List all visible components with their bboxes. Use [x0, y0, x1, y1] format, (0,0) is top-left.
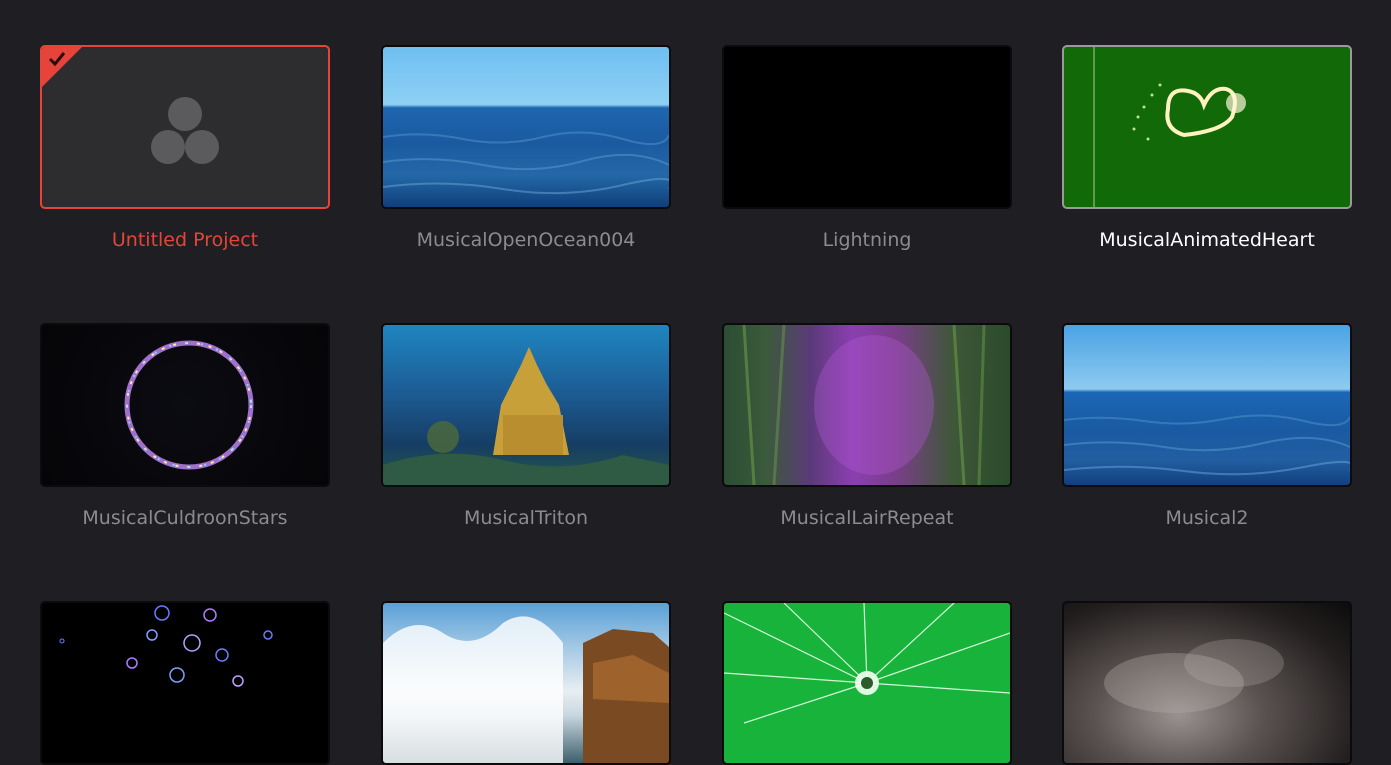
project-name[interactable]: MusicalTriton	[379, 507, 673, 529]
bubbles-image	[59, 605, 273, 687]
project-tile-cracked-glass[interactable]	[720, 601, 1014, 765]
crashing-waves-image	[383, 616, 669, 763]
project-tile-musical2[interactable]: Musical2	[1060, 323, 1354, 529]
project-thumbnail[interactable]	[1062, 601, 1352, 765]
project-thumbnail[interactable]	[40, 45, 330, 209]
project-tile-waves[interactable]	[379, 601, 673, 765]
project-name[interactable]: Musical2	[1060, 507, 1354, 529]
cracked-glass-image	[724, 603, 1010, 724]
underwater-castle-image	[383, 347, 669, 485]
project-tile-smoke[interactable]	[1060, 601, 1354, 765]
smoke-image	[1104, 639, 1284, 713]
project-thumbnail[interactable]	[381, 323, 671, 487]
project-name[interactable]: MusicalAnimatedHeart	[1060, 229, 1354, 251]
project-name[interactable]: Lightning	[720, 229, 1014, 251]
project-thumbnail[interactable]	[381, 45, 671, 209]
project-name[interactable]: MusicalLairRepeat	[720, 507, 1014, 529]
project-thumbnail[interactable]	[40, 323, 330, 487]
project-tile-musicallairrepeat[interactable]: MusicalLairRepeat	[720, 323, 1014, 529]
project-grid: Untitled Project MusicalOpenOcean004 Lig…	[0, 0, 1391, 765]
project-tile-musicalculdroonstars[interactable]: MusicalCuldroonStars	[38, 323, 332, 529]
project-tile-musicaltriton[interactable]: MusicalTriton	[379, 323, 673, 529]
resolve-logo-icon	[151, 97, 219, 164]
checkmark-icon	[48, 52, 66, 67]
project-thumbnail[interactable]	[722, 45, 1012, 209]
project-name[interactable]: MusicalCuldroonStars	[38, 507, 332, 529]
project-tile-lightning[interactable]: Lightning	[720, 45, 1014, 251]
project-thumbnail[interactable]	[722, 601, 1012, 765]
ocean-waves-image	[1064, 414, 1350, 476]
project-thumbnail[interactable]	[1062, 45, 1352, 209]
project-thumbnail[interactable]	[722, 323, 1012, 487]
project-tile-musicalanimatedheart[interactable]: MusicalAnimatedHeart	[1060, 45, 1354, 251]
project-thumbnail[interactable]	[40, 601, 330, 765]
project-thumbnail[interactable]	[1062, 323, 1352, 487]
project-name[interactable]: MusicalOpenOcean004	[379, 229, 673, 251]
project-thumbnail[interactable]	[381, 601, 671, 765]
golden-heart-image	[1093, 47, 1246, 207]
project-tile-bubbles[interactable]	[38, 601, 332, 765]
purple-lair-image	[742, 325, 986, 485]
project-name[interactable]: Untitled Project	[38, 229, 332, 251]
project-tile-musicalopenocean004[interactable]: MusicalOpenOcean004	[379, 45, 673, 251]
star-ring-image	[124, 340, 254, 470]
ocean-waves-image	[383, 131, 669, 195]
project-tile-untitled-project[interactable]: Untitled Project	[38, 45, 332, 251]
